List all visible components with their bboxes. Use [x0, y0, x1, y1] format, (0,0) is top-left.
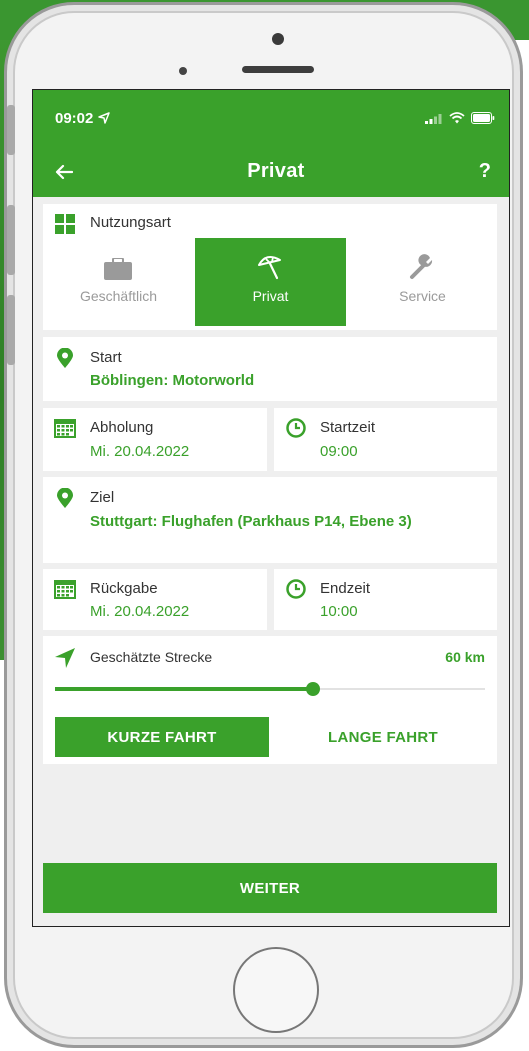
- app-screen: 09:02 Privat ? Nutzungsart Geschäftlich …: [32, 89, 510, 927]
- briefcase-icon: [104, 258, 132, 280]
- proximity-sensor: [179, 67, 187, 75]
- usage-option-private-label: Privat: [252, 288, 289, 304]
- status-icons: [425, 112, 495, 124]
- nav-bar: Privat ?: [33, 146, 509, 197]
- usage-type-card: Nutzungsart Geschäftlich Privat Service: [43, 204, 497, 330]
- wifi-icon: [449, 112, 465, 124]
- start-time-value: 09:00: [320, 443, 358, 460]
- distance-card: Geschätzte Strecke 60 km KURZE FAHRT LAN…: [43, 636, 497, 764]
- battery-icon: [471, 112, 495, 124]
- phone-volume-down: [7, 295, 15, 365]
- return-date-card[interactable]: Rückgabe Mi. 20.04.2022: [43, 569, 267, 630]
- usage-option-service-label: Service: [399, 288, 446, 304]
- destination-card[interactable]: Ziel Stuttgart: Flughafen (Parkhaus P14,…: [43, 477, 497, 563]
- status-left: 09:02: [55, 109, 111, 127]
- slider-thumb[interactable]: [306, 682, 320, 696]
- usage-type-heading: Nutzungsart: [90, 214, 171, 231]
- usage-option-service[interactable]: Service: [347, 238, 498, 326]
- grid-icon: [55, 214, 75, 234]
- calendar-icon: [54, 419, 76, 438]
- short-trip-button[interactable]: KURZE FAHRT: [55, 717, 269, 757]
- distance-slider[interactable]: [55, 681, 485, 697]
- pickup-date-card[interactable]: Abholung Mi. 20.04.2022: [43, 408, 267, 471]
- usage-option-private[interactable]: Privat: [195, 238, 346, 326]
- page-title: Privat: [247, 160, 305, 182]
- usage-option-business[interactable]: Geschäftlich: [43, 238, 194, 326]
- phone-volume-up: [7, 205, 15, 275]
- status-bar: 09:02: [33, 90, 509, 146]
- location-pin-icon: [57, 348, 73, 368]
- end-time-value: 10:00: [320, 603, 358, 620]
- pickup-date-label: Abholung: [90, 419, 154, 436]
- return-date-label: Rückgabe: [90, 580, 158, 597]
- distance-value: 60 km: [445, 649, 485, 665]
- next-button[interactable]: WEITER: [43, 863, 497, 913]
- status-time: 09:02: [55, 109, 94, 127]
- signal-icon: [425, 113, 442, 124]
- end-time-card[interactable]: Endzeit 10:00: [274, 569, 497, 630]
- clock-icon: [286, 418, 306, 438]
- location-arrow-icon: [98, 112, 111, 124]
- pickup-date-value: Mi. 20.04.2022: [90, 443, 190, 460]
- calendar-icon: [54, 580, 76, 599]
- front-camera: [272, 33, 284, 45]
- arrow-left-icon[interactable]: [55, 164, 73, 180]
- start-time-label: Startzeit: [320, 419, 376, 436]
- return-date-value: Mi. 20.04.2022: [90, 603, 190, 620]
- clock-icon: [286, 579, 306, 599]
- wrench-icon: [410, 254, 433, 279]
- start-location-card[interactable]: Start Böblingen: Motorworld: [43, 337, 497, 401]
- home-button[interactable]: [233, 947, 319, 1033]
- long-trip-button[interactable]: LANGE FAHRT: [283, 717, 483, 757]
- navigation-arrow-icon: [55, 648, 75, 668]
- start-label: Start: [90, 349, 122, 366]
- distance-label: Geschätzte Strecke: [90, 649, 213, 665]
- start-value: Böblingen: Motorworld: [90, 372, 255, 389]
- umbrella-icon: [258, 255, 281, 280]
- start-time-card[interactable]: Startzeit 09:00: [274, 408, 497, 471]
- phone-mute-switch: [7, 105, 15, 155]
- destination-value: Stuttgart: Flughafen (Parkhaus P14, Eben…: [90, 513, 412, 530]
- slider-fill: [55, 687, 313, 691]
- help-button[interactable]: ?: [479, 160, 491, 183]
- usage-option-business-label: Geschäftlich: [79, 288, 158, 304]
- destination-label: Ziel: [90, 489, 115, 506]
- earpiece-speaker: [242, 66, 314, 73]
- end-time-label: Endzeit: [320, 580, 371, 597]
- location-pin-icon: [57, 488, 73, 508]
